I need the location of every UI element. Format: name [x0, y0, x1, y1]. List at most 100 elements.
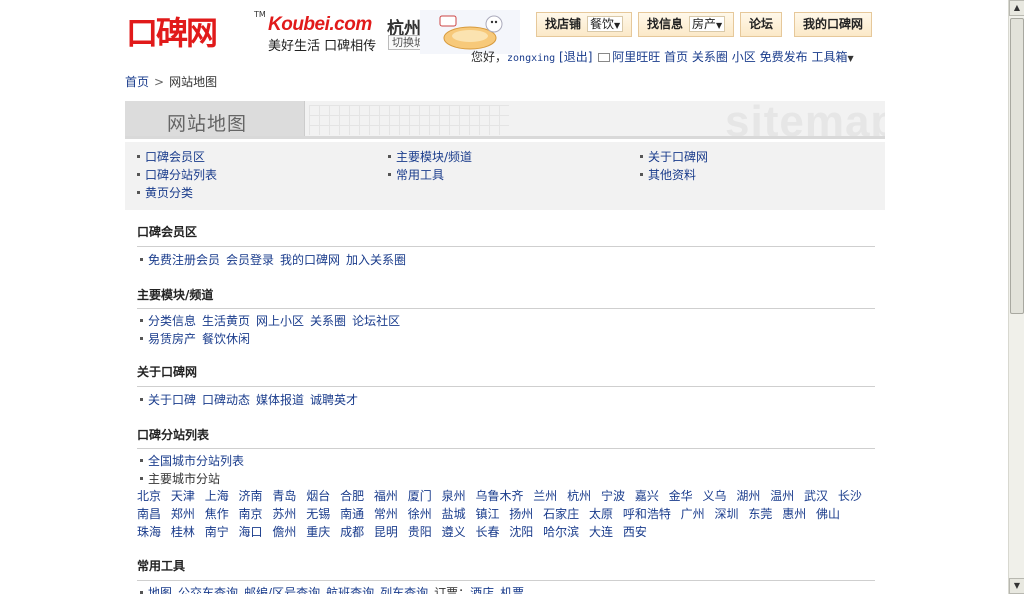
index-label[interactable]: 常用工具	[396, 168, 444, 182]
city-link[interactable]: 青岛	[272, 489, 296, 503]
find-info-nav[interactable]: 找信息 房产▼	[638, 12, 735, 37]
about-link[interactable]: 关于口碑	[148, 393, 196, 407]
city-link[interactable]: 儋州	[272, 525, 296, 539]
city-link[interactable]: 常州	[374, 507, 398, 521]
city-link[interactable]: 太原	[589, 507, 613, 521]
city-link[interactable]: 海口	[239, 525, 263, 539]
all-cities-link[interactable]: 全国城市分站列表	[148, 454, 244, 468]
city-link[interactable]: 广州	[681, 507, 705, 521]
city-link[interactable]: 东莞	[748, 507, 772, 521]
scroll-down-icon[interactable]: ▼	[1009, 578, 1024, 594]
index-item-other[interactable]: 其他资料	[640, 166, 696, 183]
module-link[interactable]: 网上小区	[256, 314, 304, 328]
index-item-member[interactable]: 口碑会员区	[137, 148, 205, 165]
toolbox-menu[interactable]: 工具箱▼	[811, 50, 853, 64]
city-link[interactable]: 北京	[137, 489, 161, 503]
city-link[interactable]: 泉州	[442, 489, 466, 503]
city-link[interactable]: 桂林	[171, 525, 195, 539]
city-link[interactable]: 温州	[770, 489, 794, 503]
module-link[interactable]: 论坛社区	[352, 314, 400, 328]
city-link[interactable]: 无锡	[306, 507, 330, 521]
find-info-label[interactable]: 找信息	[647, 17, 683, 31]
module-link[interactable]: 分类信息	[148, 314, 196, 328]
city-link[interactable]: 乌鲁木齐	[475, 489, 523, 503]
index-label[interactable]: 口碑会员区	[145, 150, 205, 164]
logout-link[interactable]: [退出]	[559, 50, 592, 64]
city-link[interactable]: 宁波	[601, 489, 625, 503]
city-link[interactable]: 长春	[475, 525, 499, 539]
index-label[interactable]: 口碑分站列表	[145, 168, 217, 182]
tool-link[interactable]: 航班查询	[326, 586, 374, 594]
my-koubei-link[interactable]: 我的口碑网	[280, 253, 340, 267]
city-link[interactable]: 金华	[669, 489, 693, 503]
breadcrumb-home-link[interactable]: 首页	[125, 75, 149, 89]
city-link[interactable]: 成都	[340, 525, 364, 539]
city-link[interactable]: 湖州	[736, 489, 760, 503]
my-koubei-label[interactable]: 我的口碑网	[803, 17, 863, 31]
forum-label[interactable]: 论坛	[749, 17, 773, 31]
index-label[interactable]: 其他资料	[648, 168, 696, 182]
scroll-up-icon[interactable]: ▲	[1009, 0, 1024, 16]
city-link[interactable]: 嘉兴	[635, 489, 659, 503]
index-label[interactable]: 黄页分类	[145, 186, 193, 200]
register-link[interactable]: 免费注册会员	[148, 253, 220, 267]
city-link[interactable]: 重庆	[306, 525, 330, 539]
city-link[interactable]: 遵义	[442, 525, 466, 539]
city-link[interactable]: 福州	[374, 489, 398, 503]
flight-link[interactable]: 机票	[500, 586, 524, 594]
city-link[interactable]: 上海	[205, 489, 229, 503]
city-link[interactable]: 珠海	[137, 525, 161, 539]
find-shop-nav[interactable]: 找店铺 餐饮▼	[536, 12, 633, 37]
login-link[interactable]: 会员登录	[226, 253, 274, 267]
find-info-dropdown[interactable]: 房产▼	[689, 16, 726, 32]
about-link[interactable]: 口碑动态	[202, 393, 250, 407]
city-link[interactable]: 郑州	[171, 507, 195, 521]
hotel-link[interactable]: 酒店	[470, 586, 494, 594]
vertical-scrollbar[interactable]: ▲ ▼	[1008, 0, 1024, 594]
city-link[interactable]: 南通	[340, 507, 364, 521]
city-link[interactable]: 昆明	[374, 525, 398, 539]
city-link[interactable]: 西安	[623, 525, 647, 539]
tool-link[interactable]: 公交车查询	[178, 586, 238, 594]
city-link[interactable]: 镇江	[475, 507, 499, 521]
module-link[interactable]: 生活黄页	[202, 314, 250, 328]
city-link[interactable]: 烟台	[306, 489, 330, 503]
city-link[interactable]: 济南	[239, 489, 263, 503]
join-circle-link[interactable]: 加入关系圈	[346, 253, 406, 267]
find-shop-dropdown[interactable]: 餐饮▼	[587, 16, 624, 32]
city-link[interactable]: 天津	[171, 489, 195, 503]
aliwangwang-link[interactable]: 阿里旺旺	[612, 50, 660, 64]
city-link[interactable]: 呼和浩特	[623, 507, 671, 521]
city-link[interactable]: 南京	[239, 507, 263, 521]
city-link[interactable]: 苏州	[272, 507, 296, 521]
city-link[interactable]: 石家庄	[543, 507, 579, 521]
module-link[interactable]: 关系圈	[310, 314, 346, 328]
index-item-about[interactable]: 关于口碑网	[640, 148, 708, 165]
city-link[interactable]: 佛山	[816, 507, 840, 521]
module-link[interactable]: 餐饮休闲	[202, 332, 250, 346]
index-label[interactable]: 关于口碑网	[648, 150, 708, 164]
city-link[interactable]: 南宁	[205, 525, 229, 539]
city-link[interactable]: 沈阳	[509, 525, 533, 539]
city-link[interactable]: 徐州	[408, 507, 432, 521]
city-link[interactable]: 惠州	[782, 507, 806, 521]
city-link[interactable]: 大连	[589, 525, 613, 539]
index-item-tools[interactable]: 常用工具	[388, 166, 444, 183]
my-koubei-nav[interactable]: 我的口碑网	[794, 12, 873, 37]
username-link[interactable]: zongxing	[507, 53, 555, 64]
city-link[interactable]: 长沙	[838, 489, 862, 503]
koubei-logo[interactable]: 口碑网	[126, 8, 218, 54]
city-link[interactable]: 深圳	[715, 507, 739, 521]
index-item-modules[interactable]: 主要模块/频道	[388, 148, 472, 165]
home-link[interactable]: 首页	[664, 50, 688, 64]
koubei-domain-logo[interactable]: Koubei.com	[268, 14, 372, 36]
city-link[interactable]: 厦门	[408, 489, 432, 503]
tool-link[interactable]: 列车查询	[380, 586, 428, 594]
city-link[interactable]: 兰州	[533, 489, 557, 503]
city-link[interactable]: 南昌	[137, 507, 161, 521]
city-link[interactable]: 合肥	[340, 489, 364, 503]
index-item-substations[interactable]: 口碑分站列表	[137, 166, 217, 183]
about-link[interactable]: 诚聘英才	[310, 393, 358, 407]
circle-link[interactable]: 关系圈	[692, 50, 728, 64]
city-link[interactable]: 武汉	[804, 489, 828, 503]
